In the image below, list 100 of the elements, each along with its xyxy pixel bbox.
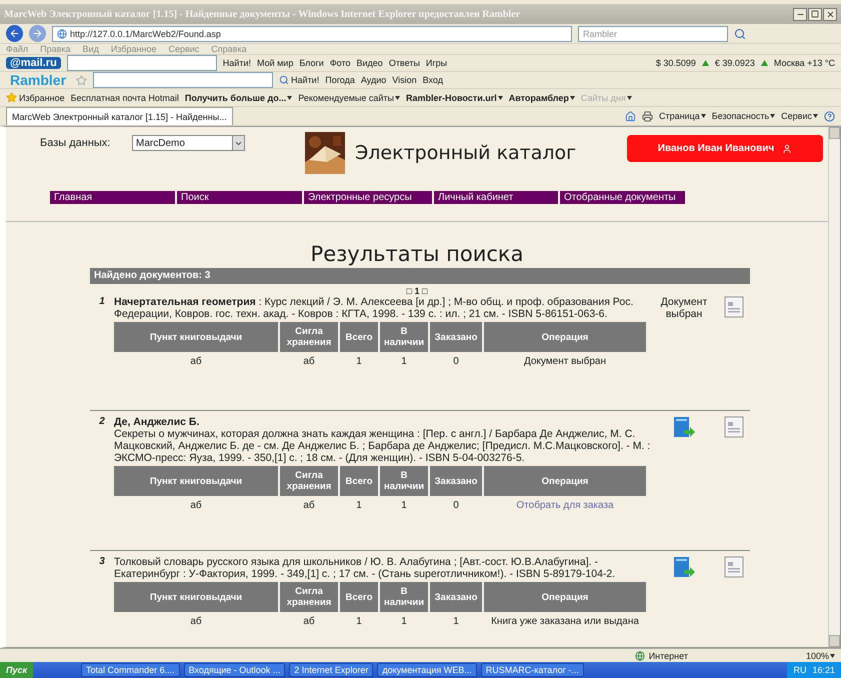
home-icon[interactable]	[624, 110, 636, 122]
start-button[interactable]: Пуск	[0, 662, 34, 678]
printer-icon[interactable]	[642, 110, 653, 122]
column-header: Заказано	[430, 582, 482, 612]
column-header: Операция	[484, 322, 646, 352]
order-link[interactable]: Отобрать для заказа	[516, 500, 614, 510]
table-cell-text: 1	[400, 354, 408, 368]
toolbar-link[interactable]: Видео	[356, 58, 383, 68]
record-description: Секреты о мужчинах, которая должна знать каждая женщина : [Пер. с англ.] / Барбара Де Анджелис, М. С. Мацковский, Анджелис Б. де - см. Де Анджелис Б. ; Барбара де Анджелис; [Предисл. М.С.Мацковского]. - М. : ЭКСМО-пресс: Яуза, 1999. - 350,[1] с. ; 18 см. - (Для женщин). - ISBN 5-04-003276-5.	[114, 428, 652, 464]
address-field[interactable]: http://127.0.0.1/MarcWeb2/Found.asp	[52, 26, 572, 42]
search-icon[interactable]	[734, 28, 746, 40]
toolbar-link[interactable]: Вход	[422, 75, 443, 85]
column-header: Заказано	[430, 466, 482, 496]
column-header: Пункт книговыдачи	[114, 322, 278, 352]
caret-icon	[570, 96, 575, 100]
taskbar-button[interactable]: Входящие - Outlook ...	[184, 663, 286, 677]
nav-link[interactable]: Личный кабинет	[434, 191, 558, 204]
toolbar-link[interactable]: Игры	[426, 58, 448, 68]
book-arrow-icon[interactable]	[672, 556, 696, 580]
weather-text[interactable]: Москва +13 °C	[774, 58, 835, 68]
search-icon	[279, 75, 290, 85]
browser-tab[interactable]: MarcWeb Электронный каталог [1.15] - Найденны...	[6, 107, 233, 125]
security-zone: Интернет	[648, 650, 688, 660]
nav-link[interactable]: Электронные ресурсы	[304, 191, 432, 204]
forward-button[interactable]	[29, 25, 46, 42]
logo: Rambler	[9, 72, 68, 88]
favorite-link[interactable]: Рекомендуемые сайты	[298, 92, 400, 102]
toolbar-link[interactable]: Фото	[330, 58, 351, 68]
column-header: Операция	[484, 466, 646, 496]
table-cell-text: аб	[302, 354, 316, 368]
user-button[interactable]: Иванов Иван Иванович	[627, 135, 823, 162]
table-cell-text: аб	[189, 354, 203, 368]
nav-link[interactable]: Поиск	[177, 191, 302, 204]
column-header: Сигла хранения	[280, 322, 338, 352]
site-title: Электронный каталог	[355, 142, 576, 164]
favorite-link[interactable]: Rambler-Новости.url	[406, 92, 503, 102]
table-cell-text: аб	[302, 614, 316, 628]
selection-status: Документ выбран	[660, 296, 708, 322]
toolbar-link[interactable]: Блоги	[299, 58, 324, 68]
toolbar-link[interactable]: Мой мир	[256, 58, 294, 68]
pager-prev: □	[406, 286, 412, 296]
command-menu[interactable]: Сервис	[781, 111, 818, 121]
arrow-right-icon	[32, 28, 43, 39]
globe-icon	[634, 650, 645, 660]
search-field[interactable]	[93, 72, 274, 88]
toolbar-link[interactable]: Ответы	[388, 58, 420, 68]
table-cell-text: аб	[189, 498, 203, 512]
toolbar-link[interactable]: Аудио	[360, 75, 386, 85]
book-arrow-icon[interactable]	[672, 416, 696, 440]
database-label: Базы данных:	[40, 137, 112, 149]
star-icon[interactable]	[76, 74, 88, 86]
zoom-level[interactable]: 100%	[806, 650, 835, 660]
document-icon[interactable]	[724, 296, 744, 318]
table-cell-text: 0	[452, 354, 460, 368]
taskbar-button[interactable]: RUSMARC-каталог -...	[480, 663, 584, 677]
caret-icon	[498, 96, 503, 100]
column-header: В наличии	[380, 322, 428, 352]
taskbar-button[interactable]: документация WEB...	[377, 663, 477, 677]
column-header: В наличии	[380, 466, 428, 496]
taskbar-button[interactable]: Total Commander 6....	[81, 663, 180, 677]
maximize-icon	[811, 10, 819, 18]
find-button[interactable]: Найти!	[222, 58, 251, 68]
toolbar-link[interactable]: Погода	[325, 75, 355, 85]
table-cell-text: 1	[452, 614, 460, 628]
table-cell-text: аб	[302, 498, 316, 512]
favorite-link[interactable]: Бесплатная почта Hotmail	[70, 92, 179, 102]
favorites-button[interactable]: Избранное	[6, 92, 65, 103]
pager-current: 1	[414, 286, 420, 296]
column-header: Операция	[484, 582, 646, 612]
help-icon[interactable]	[824, 110, 835, 122]
taskbar-button[interactable]: 2 Internet Explorer	[289, 663, 374, 677]
favorite-link[interactable]: Получить больше до...	[184, 92, 292, 102]
back-button[interactable]	[6, 25, 23, 42]
operation-status: Документ выбран	[524, 356, 606, 366]
clock: 16:21	[812, 665, 835, 675]
document-icon[interactable]	[724, 556, 744, 578]
favorite-link[interactable]: Авторамблер	[508, 92, 575, 102]
toolbar-link[interactable]: Vision	[392, 75, 417, 85]
caret-icon	[770, 114, 776, 118]
nav-link[interactable]: Отобранные документы	[560, 191, 685, 204]
table-cell-text: аб	[189, 614, 203, 628]
table-cell-text: 1	[400, 498, 408, 512]
pager-next: □	[422, 286, 428, 296]
nav-link[interactable]: Главная	[50, 191, 175, 204]
maximize-button[interactable]	[808, 8, 822, 20]
record-number: 1	[98, 296, 106, 309]
command-menu[interactable]: Безопасность	[712, 111, 776, 121]
table-cell-text: 1	[355, 498, 363, 512]
logo: @mail.ru	[6, 57, 61, 69]
database-select[interactable]: MarcDemo	[132, 135, 245, 151]
column-header: Пункт книговыдачи	[114, 582, 278, 612]
command-menu[interactable]: Страница	[658, 111, 706, 121]
close-button[interactable]	[823, 8, 837, 20]
find-button[interactable]: Найти!	[279, 75, 320, 85]
search-field[interactable]	[66, 55, 217, 71]
caret-icon	[626, 96, 632, 100]
column-header: Пункт книговыдачи	[114, 466, 278, 496]
document-icon[interactable]	[724, 416, 744, 438]
caret-icon	[394, 96, 400, 100]
minimize-button[interactable]	[793, 8, 807, 20]
